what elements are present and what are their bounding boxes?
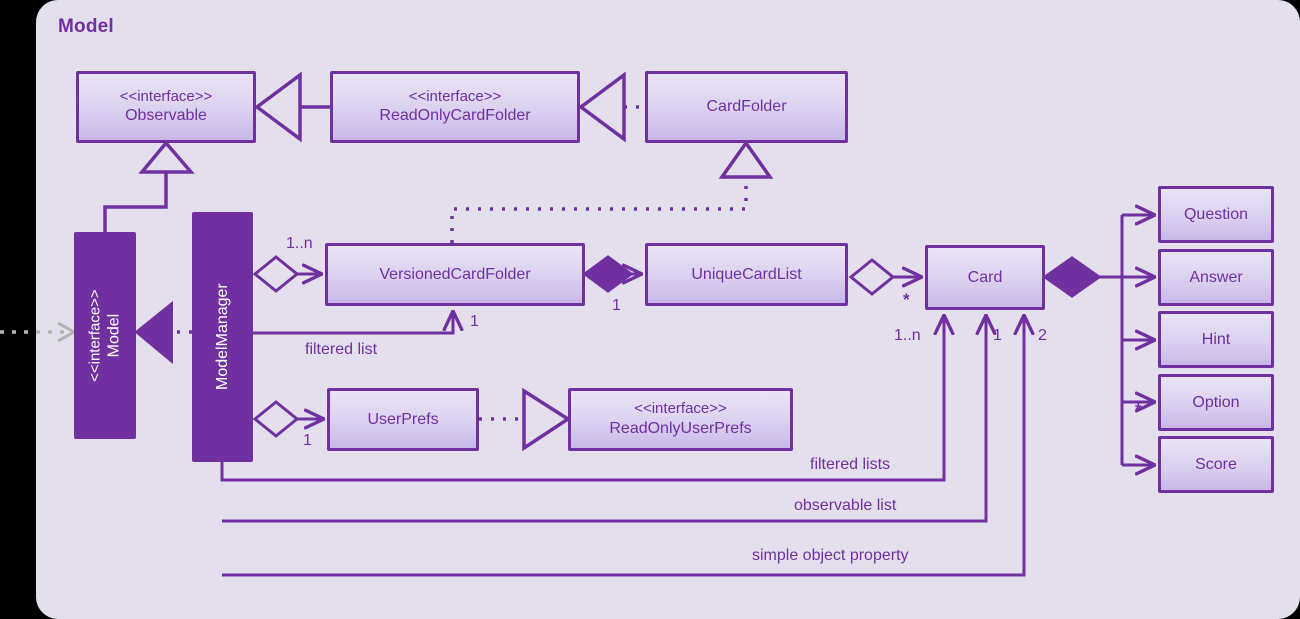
label-card-filtered-lists-multiplicity: 1..n [894, 327, 921, 344]
label-card-simple-object-multiplicity: 2 [1038, 327, 1047, 344]
aggregation-uniquecardlist-card [848, 258, 921, 296]
label-simple-object-property: simple object property [752, 547, 909, 564]
model-name: Model [105, 313, 123, 358]
association-filtered-list [253, 312, 453, 335]
readonlyuserprefs-stereotype: <<interface>> [634, 400, 727, 418]
label-observable-list: observable list [794, 497, 897, 514]
model-vertical-text: <<interface>> Model [86, 289, 123, 382]
realization-modelmanager-model [134, 300, 192, 365]
question-name: Question [1183, 205, 1249, 223]
class-box-card[interactable]: Card [925, 245, 1045, 310]
class-box-userprefs[interactable]: UserPrefs [327, 388, 479, 451]
label-modelmanager-versionedcardfolder-multiplicity: 1..n [286, 235, 313, 252]
hint-name: Hint [1201, 330, 1231, 348]
label-card-observable-list-multiplicity: 1 [993, 327, 1002, 344]
class-box-answer[interactable]: Answer [1158, 249, 1274, 306]
class-box-model[interactable]: <<interface>> Model [74, 232, 136, 439]
model-stereotype: <<interface>> [86, 289, 104, 382]
class-box-readonlycardfolder[interactable]: <<interface>> ReadOnlyCardFolder [330, 71, 580, 143]
card-name: Card [967, 268, 1003, 286]
readonlycardfolder-stereotype: <<interface>> [408, 87, 502, 105]
class-box-uniquecardlist[interactable]: UniqueCardList [645, 243, 848, 306]
generalization-model-observable [103, 140, 195, 232]
realization-versionedcardfolder-cardfolder [450, 139, 774, 243]
modelmanager-name: ModelManager [213, 283, 231, 391]
readonlyuserprefs-name: ReadOnlyUserPrefs [609, 419, 752, 437]
label-filtered-lists: filtered lists [810, 456, 891, 473]
class-box-observable[interactable]: <<interface>> Observable [76, 71, 256, 143]
class-box-modelmanager[interactable]: ModelManager [192, 212, 253, 462]
diagram-canvas: Model <<interface>> Observable <<interfa… [0, 0, 1300, 619]
label-option-multiplicity: * [1135, 400, 1142, 419]
label-filtered-list-multiplicity: 1 [470, 313, 479, 330]
composition-versionedcardfolder-uniquecardlist [582, 255, 641, 293]
generalization-observable-readonlycardfolder [254, 71, 330, 143]
realization-cardfolder-readonlycardfolder [578, 71, 645, 143]
answer-name: Answer [1189, 268, 1243, 286]
label-uniquecardlist-card-multiplicity: * [903, 290, 910, 309]
class-box-versionedcardfolder[interactable]: VersionedCardFolder [325, 243, 585, 306]
composition-card-attributes [1042, 215, 1154, 465]
observable-name: Observable [125, 107, 207, 125]
class-box-question[interactable]: Question [1158, 186, 1274, 243]
uniquecardlist-name: UniqueCardList [691, 265, 802, 283]
external-dependency-arrow [0, 321, 78, 343]
aggregation-modelmanager-userprefs [252, 400, 323, 438]
observable-stereotype: <<interface>> [119, 87, 213, 105]
class-box-hint[interactable]: Hint [1158, 311, 1274, 368]
cardfolder-name: CardFolder [706, 98, 787, 115]
score-name: Score [1195, 455, 1237, 473]
class-box-readonlyuserprefs[interactable]: <<interface>> ReadOnlyUserPrefs [568, 388, 793, 451]
label-filtered-list: filtered list [305, 341, 378, 358]
label-modelmanager-userprefs-multiplicity: 1 [303, 432, 312, 449]
class-box-score[interactable]: Score [1158, 436, 1274, 493]
versionedcardfolder-name: VersionedCardFolder [379, 265, 531, 283]
class-box-cardfolder[interactable]: CardFolder [645, 71, 848, 143]
option-name: Option [1192, 393, 1240, 411]
realization-userprefs-readonlyuserprefs [479, 387, 572, 452]
aggregation-modelmanager-versionedcardfolder [252, 255, 321, 293]
readonlycardfolder-name: ReadOnlyCardFolder [379, 107, 531, 125]
label-versionedcardfolder-uniquecardlist-multiplicity: 1 [612, 297, 621, 314]
userprefs-name: UserPrefs [367, 410, 439, 428]
class-box-option[interactable]: Option [1158, 374, 1274, 431]
modelmanager-vertical-text: ModelManager [213, 284, 232, 391]
